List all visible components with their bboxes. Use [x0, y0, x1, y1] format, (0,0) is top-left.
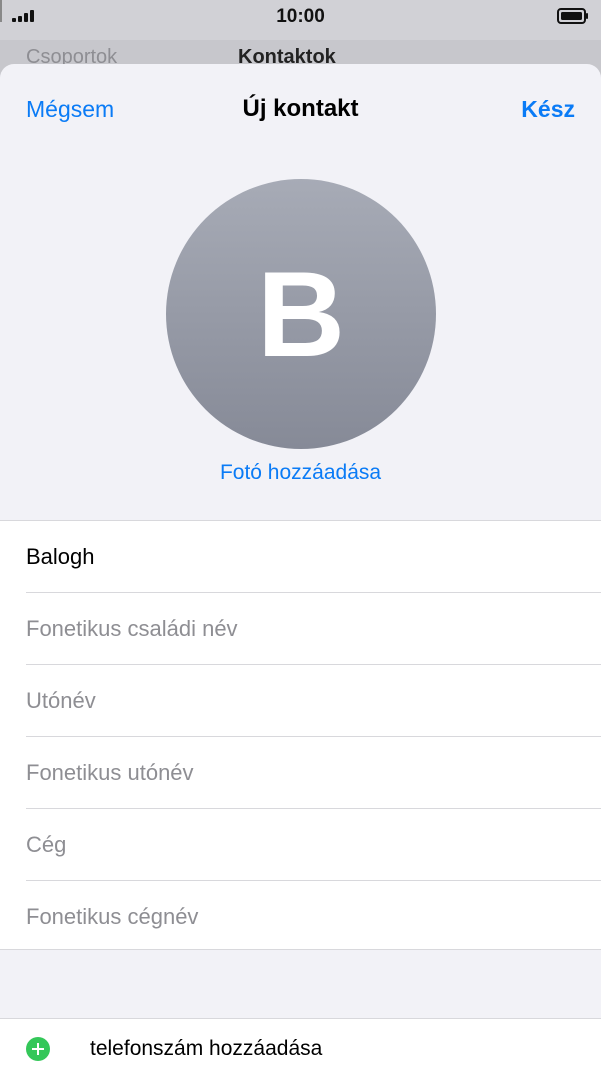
company-field[interactable]: Cég — [26, 809, 601, 881]
done-button[interactable]: Kész — [521, 96, 575, 123]
last-name-field[interactable]: Balogh — [26, 521, 601, 593]
avatar-initial: B — [256, 246, 346, 382]
phonetic-first-name-field[interactable]: Fonetikus utónév — [26, 737, 601, 809]
add-phone-row[interactable]: telefonszám hozzáadása — [0, 1018, 601, 1070]
page-title: Új kontakt — [242, 95, 359, 122]
field-value: Balogh — [26, 543, 95, 569]
navigation-bar: Mégsem Új kontakt Kész — [0, 64, 601, 154]
avatar[interactable]: B — [166, 179, 436, 449]
add-phone-label: telefonszám hozzáadása — [90, 1037, 323, 1060]
new-contact-modal: Mégsem Új kontakt Kész B Fotó hozzáadása… — [0, 64, 601, 1070]
phonetic-company-field[interactable]: Fonetikus cégnév — [26, 881, 601, 952]
contact-fields: Balogh Fonetikus családi név Utónév Fone… — [0, 520, 601, 950]
field-placeholder: Fonetikus családi név — [26, 615, 238, 641]
battery-icon — [557, 8, 588, 24]
status-time: 10:00 — [276, 6, 325, 27]
add-photo-button[interactable]: Fotó hozzáadása — [0, 461, 601, 485]
field-placeholder: Fonetikus cégnév — [26, 903, 199, 929]
status-bar: 10:00 — [0, 0, 601, 34]
signal-strength-icon — [12, 10, 34, 22]
first-name-field[interactable]: Utónév — [26, 665, 601, 737]
field-placeholder: Utónév — [26, 687, 96, 713]
add-circle-icon[interactable] — [26, 1037, 50, 1061]
field-placeholder: Cég — [26, 831, 67, 857]
phonetic-last-name-field[interactable]: Fonetikus családi név — [26, 593, 601, 665]
field-placeholder: Fonetikus utónév — [26, 759, 194, 785]
